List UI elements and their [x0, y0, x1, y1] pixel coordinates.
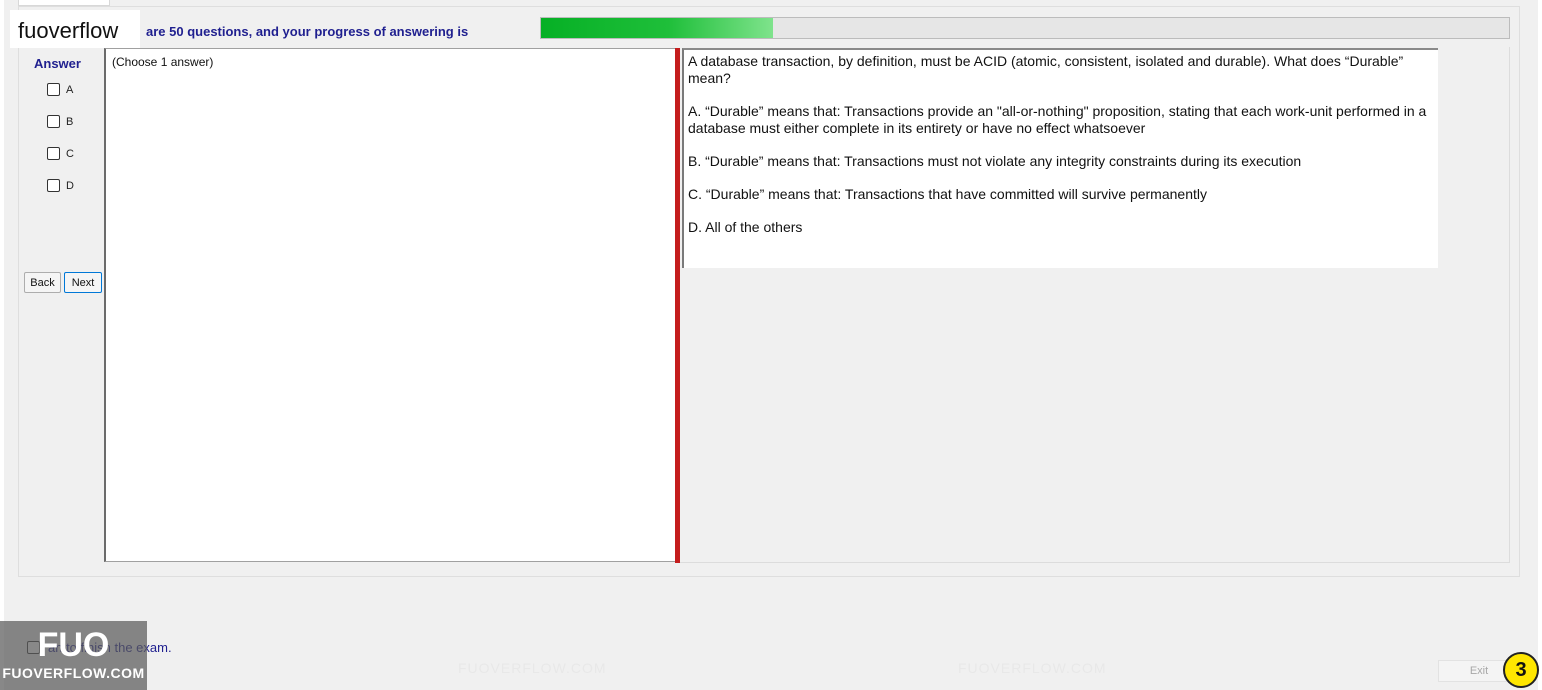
- progress-bar-fill: [541, 18, 774, 38]
- checkbox-d[interactable]: [47, 179, 60, 192]
- brand-label: fuoverflow: [10, 10, 140, 48]
- checkbox-c[interactable]: [47, 147, 60, 160]
- answer-option-d[interactable]: D: [47, 179, 74, 192]
- question-panel: A database transaction, by definition, m…: [682, 48, 1438, 268]
- watermark-text: FUOVERFLOW.COM: [958, 660, 1107, 676]
- option-label-c: C: [66, 147, 74, 160]
- answer-option-c[interactable]: C: [47, 147, 74, 160]
- answer-option-a[interactable]: A: [47, 83, 73, 96]
- progress-bar: [540, 17, 1510, 39]
- choice-b: B. “Durable” means that: Transactions mu…: [688, 153, 1302, 169]
- answer-option-b[interactable]: B: [47, 115, 73, 128]
- next-button[interactable]: Next: [64, 272, 102, 293]
- question-stem: A database transaction, by definition, m…: [688, 53, 1404, 86]
- count-badge: 3: [1503, 652, 1539, 688]
- logo-big-text: FUO: [37, 626, 110, 664]
- answer-label: Answer: [34, 56, 81, 71]
- choice-a: A. “Durable” means that: Transactions pr…: [688, 103, 1427, 136]
- back-button[interactable]: Back: [24, 272, 61, 293]
- progress-text: are 50 questions, and your progress of a…: [146, 24, 469, 39]
- fuoverflow-logo: FUO FUOVERFLOW.COM: [0, 621, 147, 690]
- answer-panel: (Choose 1 answer): [104, 48, 676, 562]
- choice-c: C. “Durable” means that: Transactions th…: [688, 186, 1207, 202]
- checkbox-a[interactable]: [47, 83, 60, 96]
- watermark-text: FUOVERFLOW.COM: [458, 660, 607, 676]
- option-label-b: B: [66, 115, 74, 128]
- choice-d: D. All of the others: [688, 219, 803, 235]
- choose-instruction: (Choose 1 answer): [112, 55, 214, 69]
- logo-small-text: FUOVERFLOW.COM: [2, 665, 145, 681]
- checkbox-b[interactable]: [47, 115, 60, 128]
- option-label-d: D: [66, 179, 74, 192]
- option-label-a: A: [66, 83, 74, 96]
